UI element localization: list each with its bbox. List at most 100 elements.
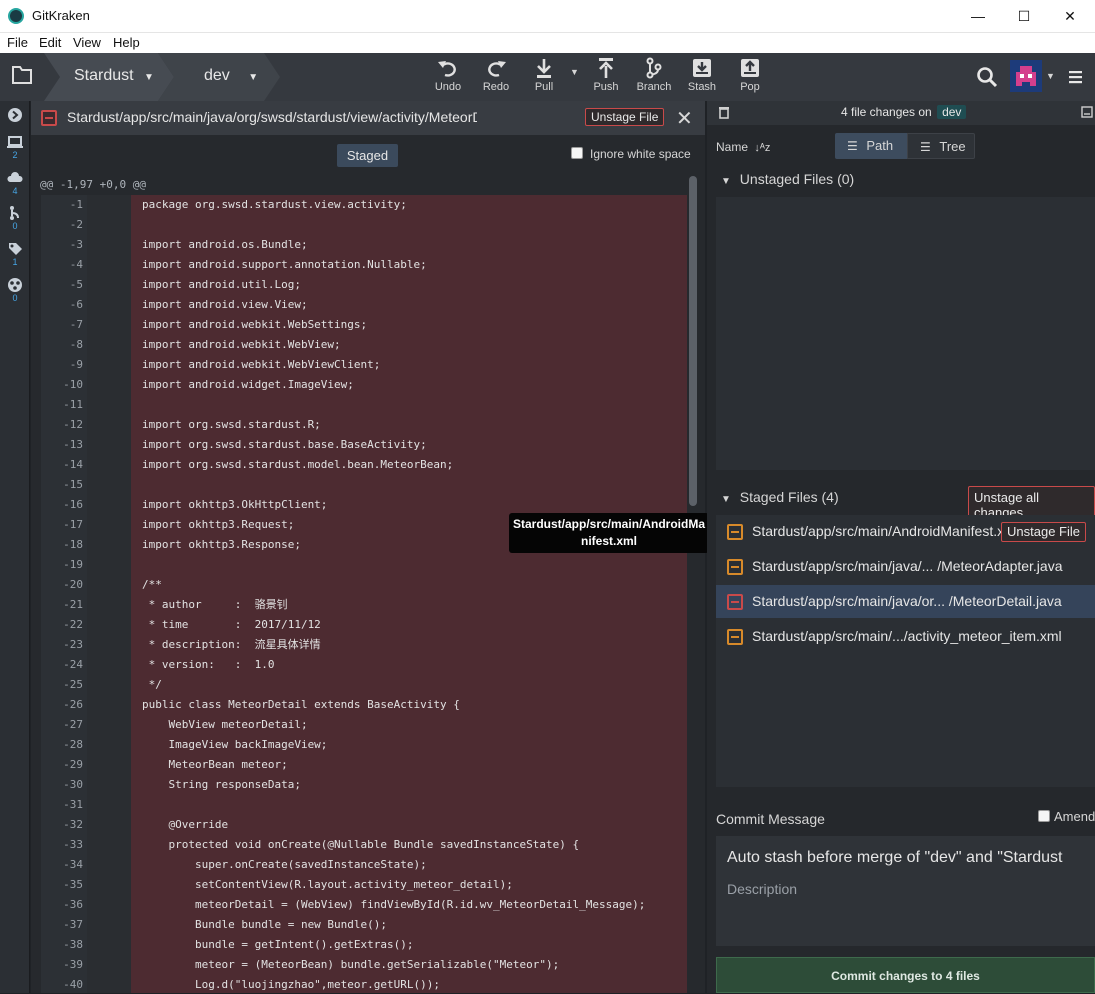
branch-selector[interactable]: dev ▼ — [204, 53, 258, 101]
diff-line: -22 * time : 2017/11/12 — [41, 615, 687, 635]
maximize-button[interactable]: ☐ — [1001, 0, 1047, 32]
minimize-button[interactable]: — — [955, 0, 1001, 32]
tag-icon[interactable] — [7, 241, 23, 257]
file-modified-icon — [727, 524, 743, 540]
close-window-button[interactable]: ✕ — [1047, 0, 1093, 32]
local-branches-icon[interactable] — [7, 134, 23, 150]
commit-button[interactable]: Commit changes to 4 files — [716, 957, 1095, 993]
staged-file-row-selected[interactable]: Stardust/app/src/main/java/or... /Meteor… — [716, 585, 1095, 618]
line-number: -2 — [69, 218, 83, 231]
trash-icon[interactable] — [718, 105, 730, 119]
expand-panel-icon[interactable] — [7, 107, 23, 123]
staged-section-header[interactable]: ▼ Staged Files (4) — [721, 489, 839, 505]
diff-line: -11 — [41, 395, 687, 415]
tree-view-tab[interactable]: ☰ Tree — [907, 133, 975, 159]
line-number: -21 — [63, 598, 83, 611]
line-number: -31 — [63, 798, 83, 811]
menu-view[interactable]: View — [73, 35, 101, 50]
remote-cloud-icon[interactable] — [7, 170, 23, 186]
diff-line: -24 * version: : 1.0 — [41, 655, 687, 675]
line-code: Log.d("luojingzhao",meteor.getURL()); — [142, 978, 441, 991]
repo-selector[interactable]: Stardust ▼ — [74, 53, 154, 101]
collapse-chevron-icon: ▼ — [721, 494, 731, 505]
close-diff-icon[interactable]: ✕ — [676, 106, 693, 131]
line-number: -11 — [63, 398, 83, 411]
window-title: GitKraken — [32, 8, 90, 23]
staged-file-row[interactable]: Stardust/app/src/main/AndroidManifest.xm… — [716, 515, 1095, 548]
diff-line: -16 import okhttp3.OkHttpClient; — [41, 495, 687, 515]
path-view-tab[interactable]: ☰ Path — [835, 133, 907, 159]
title-bar: GitKraken — ☐ ✕ — [0, 0, 1095, 33]
unstaged-section-header[interactable]: ▼ Unstaged Files (0) — [721, 171, 854, 187]
profile-chevron-icon[interactable]: ▼ — [1046, 71, 1055, 81]
diff-line: -3 import android.os.Bundle; — [41, 235, 687, 255]
diff-line: -28 ImageView backImageView; — [41, 735, 687, 755]
push-button[interactable]: Push — [582, 57, 630, 99]
line-code: import android.os.Bundle; — [142, 238, 308, 251]
avatar[interactable] — [1010, 60, 1042, 92]
submodules-icon[interactable] — [7, 277, 23, 293]
line-number: -20 — [63, 578, 83, 591]
staged-tag[interactable]: Staged — [337, 144, 398, 167]
open-panel-icon[interactable] — [1081, 106, 1093, 118]
file-removed-icon — [727, 594, 743, 610]
diff-line: -29 MeteorBean meteor; — [41, 755, 687, 775]
repo-name: Stardust — [74, 67, 134, 84]
redo-label: Redo — [482, 81, 510, 93]
unstage-file-button[interactable]: Unstage File — [585, 108, 665, 126]
tooltip-line-1: Stardust/app/src/main/AndroidMa — [512, 517, 706, 531]
commit-summary-input[interactable]: Auto stash before merge of "dev" and "St… — [727, 849, 1062, 867]
line-number: -26 — [63, 698, 83, 711]
sort-by-name[interactable]: Name ↓ᴬᴢ — [716, 140, 770, 154]
line-code: import org.swsd.stardust.model.bean.Mete… — [142, 458, 454, 471]
diff-scrollbar[interactable] — [689, 176, 697, 506]
chevron-down-icon: ▼ — [144, 72, 154, 83]
menu-file[interactable]: File — [7, 35, 28, 50]
hamburger-menu-icon[interactable] — [1068, 69, 1084, 85]
staged-file-row[interactable]: Stardust/app/src/main/java/... /MeteorAd… — [716, 550, 1095, 583]
push-icon — [599, 58, 613, 78]
staged-file-row[interactable]: Stardust/app/src/main/.../activity_meteo… — [716, 620, 1095, 653]
amend-checkbox[interactable] — [1038, 810, 1050, 822]
diff-line: -13 import org.swsd.stardust.base.BaseAct… — [41, 435, 687, 455]
stash-button[interactable]: Stash — [678, 57, 726, 99]
line-number: -36 — [63, 898, 83, 911]
line-code: meteorDetail = (WebView) findViewById(R.… — [142, 898, 646, 911]
redo-button[interactable]: Redo — [472, 57, 520, 99]
line-code: * time : 2017/11/12 — [142, 618, 321, 631]
line-code: import android.webkit.WebView; — [142, 338, 341, 351]
path-tab-label: Path — [866, 138, 894, 153]
line-code: * author : 骆景钊 — [142, 598, 288, 611]
line-code: package org.swsd.stardust.view.activity; — [142, 198, 407, 211]
pull-options-chevron-icon[interactable]: ▼ — [570, 67, 579, 77]
line-number: -22 — [63, 618, 83, 631]
line-code: setContentView(R.layout.activity_meteor_… — [142, 878, 513, 891]
line-number: -24 — [63, 658, 83, 671]
diff-line: -31 — [41, 795, 687, 815]
search-icon[interactable] — [976, 66, 998, 88]
pull-request-icon[interactable] — [7, 205, 23, 221]
menu-help[interactable]: Help — [113, 35, 140, 50]
pop-button[interactable]: Pop — [726, 57, 774, 99]
line-code: import org.swsd.stardust.R; — [142, 418, 321, 431]
repo-management-button[interactable] — [0, 53, 44, 101]
pull-button[interactable]: Pull — [520, 57, 568, 99]
diff-line: -1 package org.swsd.stardust.view.activit… — [41, 195, 687, 215]
line-code: MeteorBean meteor; — [142, 758, 288, 771]
gitkraken-logo-icon — [8, 8, 24, 24]
ignore-whitespace-checkbox[interactable] — [571, 147, 583, 159]
line-code: super.onCreate(savedInstanceState); — [142, 858, 427, 871]
undo-button[interactable]: Undo — [424, 57, 472, 99]
commit-description-input[interactable]: Description — [727, 881, 797, 897]
diff-line: -25 */ — [41, 675, 687, 695]
branch-button[interactable]: Branch — [630, 57, 678, 99]
commit-message-box[interactable]: Auto stash before merge of "dev" and "St… — [716, 836, 1095, 946]
row-unstage-file-button[interactable]: Unstage File — [1001, 522, 1086, 542]
diff-line: -26 public class MeteorDetail extends Bas… — [41, 695, 687, 715]
line-code: public class MeteorDetail extends BaseAc… — [142, 698, 460, 711]
main-toolbar: Stardust ▼ dev ▼ Undo Redo Pull ▼ Push B… — [0, 53, 1095, 101]
line-number: -6 — [69, 298, 83, 311]
menu-edit[interactable]: Edit — [39, 35, 61, 50]
branch-icon — [646, 57, 662, 79]
profile-pixel-icon — [1016, 66, 1036, 86]
